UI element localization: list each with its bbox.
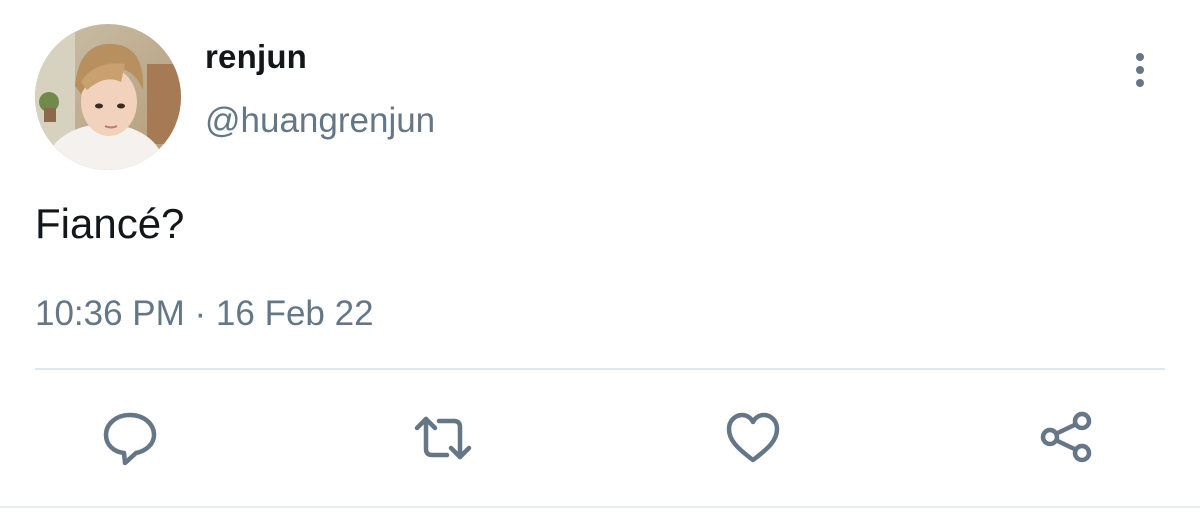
more-options-icon: [1136, 53, 1144, 87]
divider: [35, 368, 1165, 370]
share-button[interactable]: [1037, 408, 1097, 468]
share-icon: [1040, 411, 1092, 463]
bottom-divider: [0, 506, 1200, 508]
tweet-text: Fiancé?: [35, 200, 185, 247]
tweet-timestamp[interactable]: 10:36 PM · 16 Feb 22: [35, 294, 374, 334]
display-name[interactable]: renjun: [205, 38, 307, 76]
reply-icon: [103, 412, 157, 466]
reply-button[interactable]: [100, 408, 160, 468]
more-options-button[interactable]: [1120, 50, 1160, 90]
profile-photo-icon: [35, 24, 181, 170]
retweet-button[interactable]: [413, 408, 473, 468]
tweet-card: renjun @huangrenjun Fiancé? 10:36 PM · 1…: [0, 0, 1200, 524]
avatar[interactable]: [35, 24, 181, 170]
like-icon: [726, 412, 780, 463]
retweet-icon: [414, 416, 472, 460]
user-handle[interactable]: @huangrenjun: [205, 101, 435, 141]
like-button[interactable]: [723, 408, 783, 468]
